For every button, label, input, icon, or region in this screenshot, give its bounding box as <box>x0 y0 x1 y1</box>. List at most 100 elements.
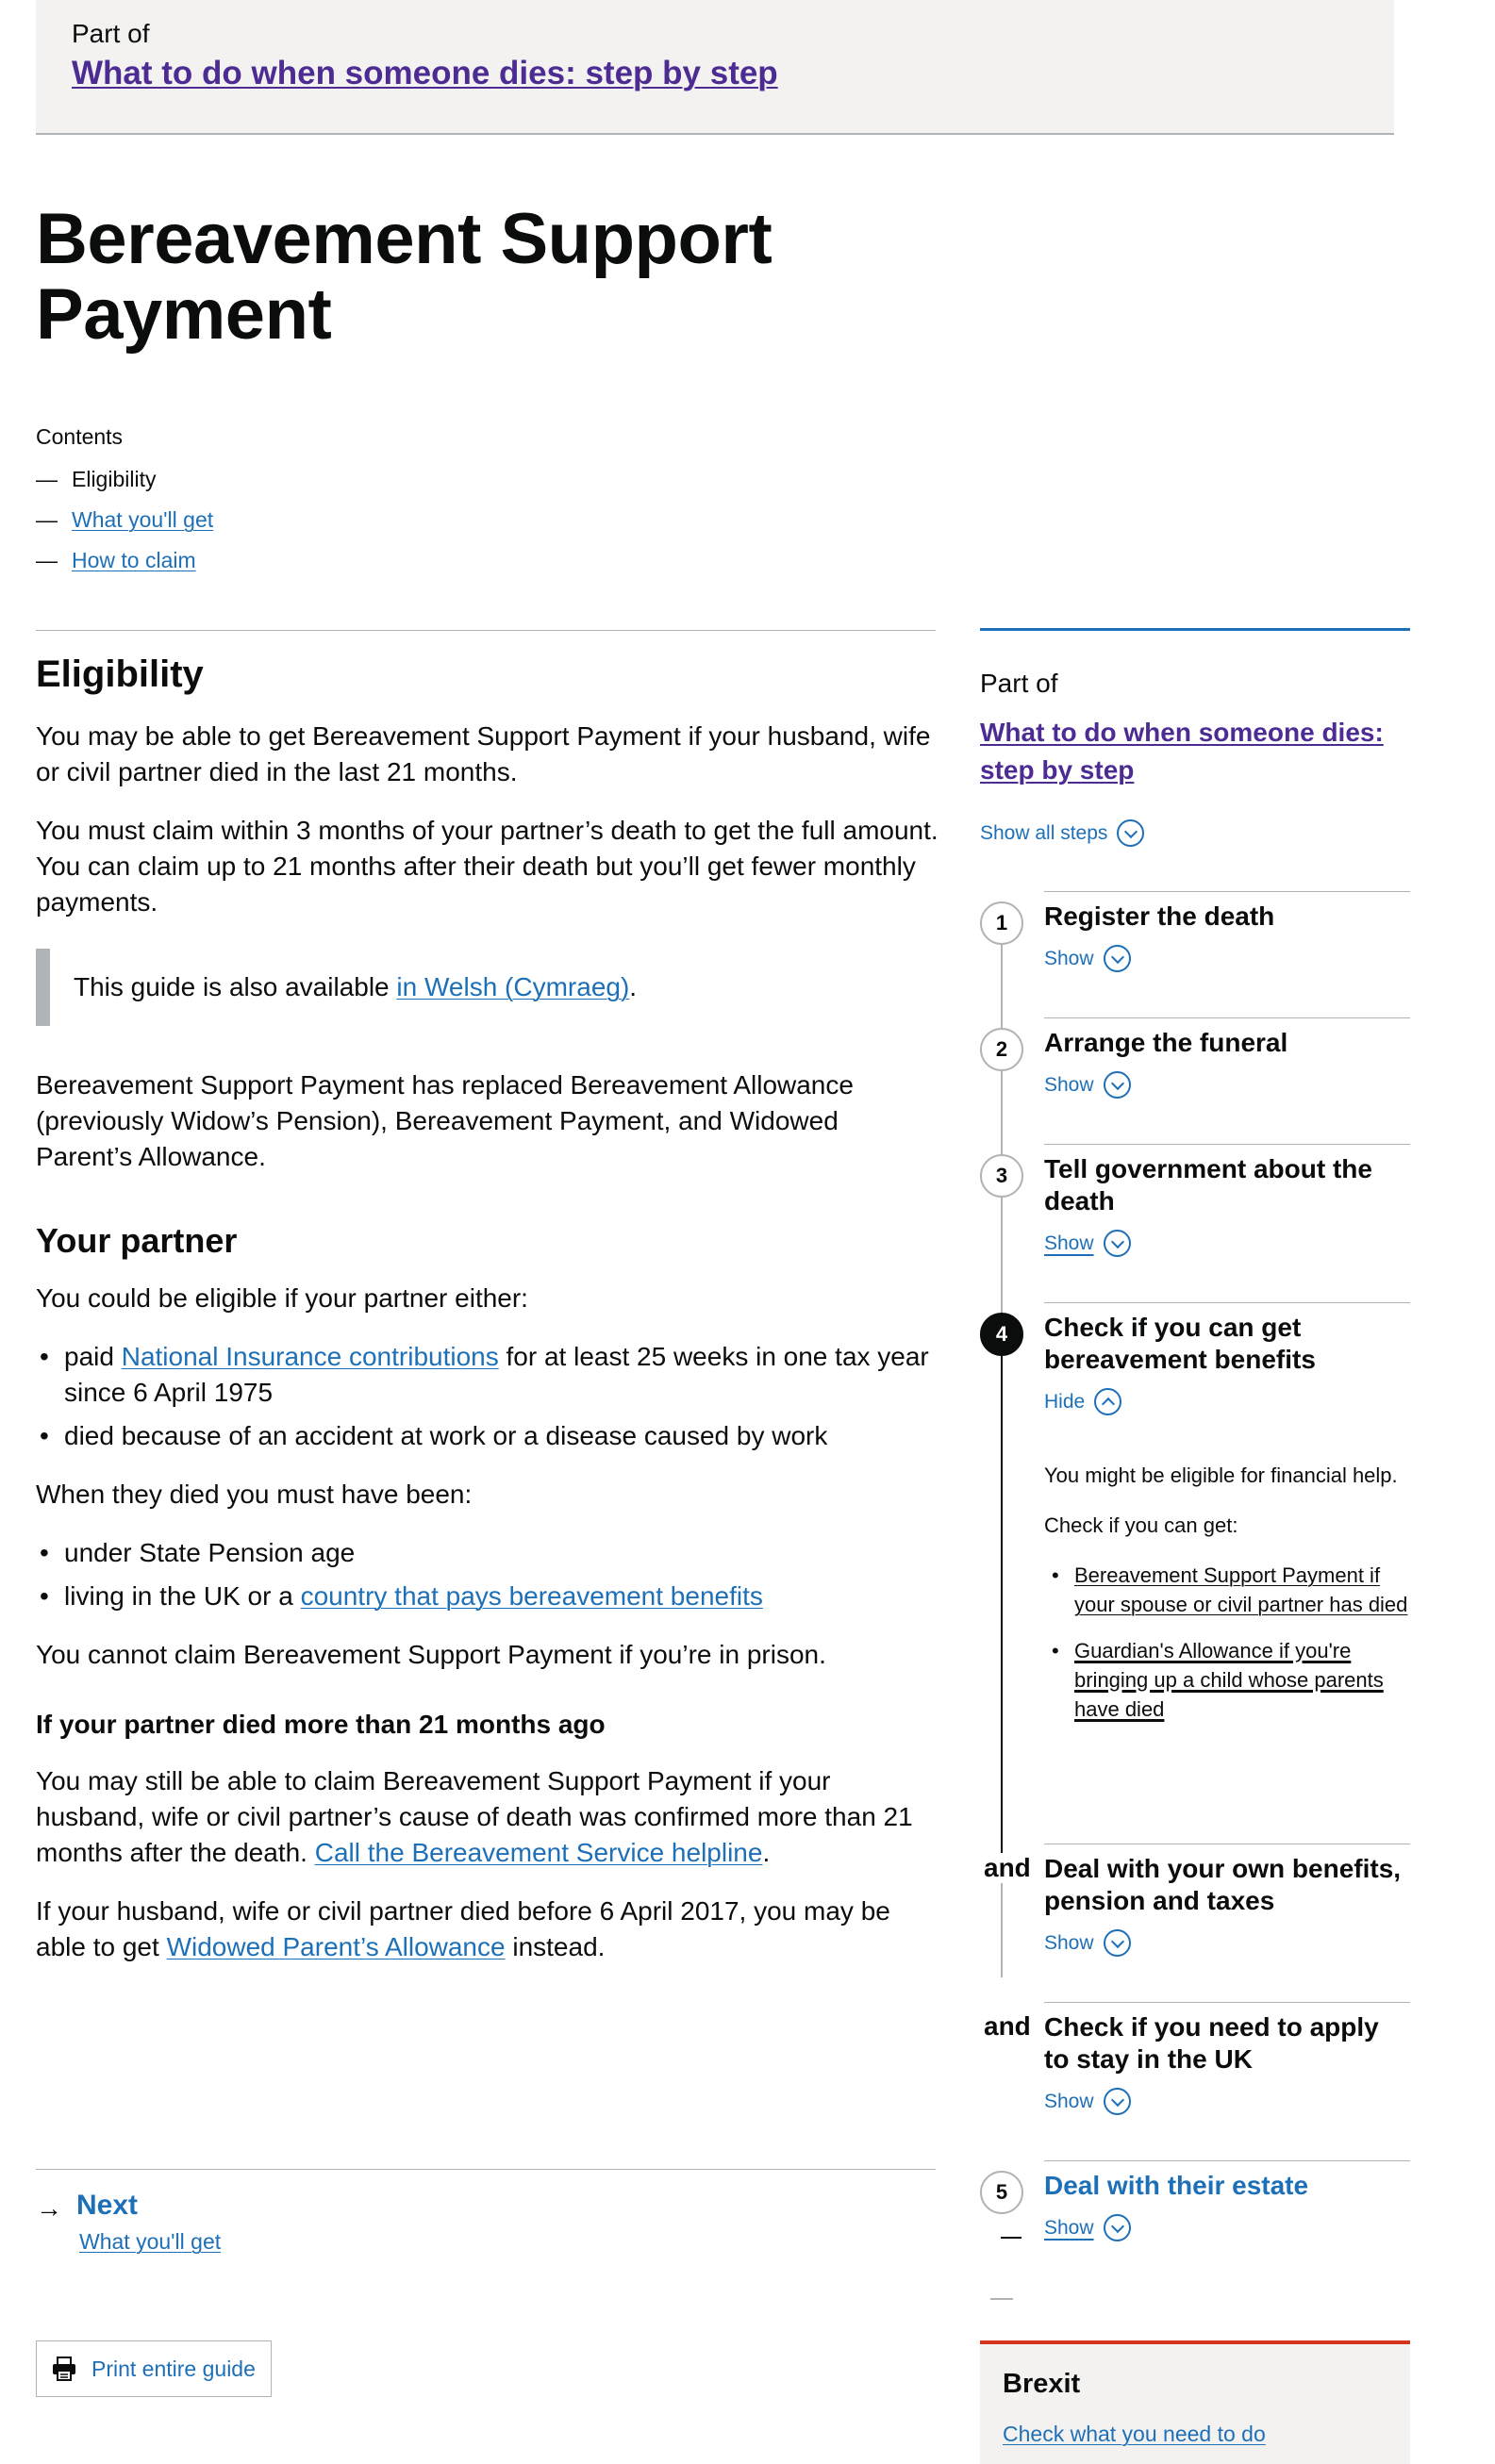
welsh-guide-link[interactable]: in Welsh (Cymraeg) <box>396 972 629 1001</box>
list-item: died because of an accident at work or a… <box>36 1418 941 1454</box>
toggle-label: Show <box>1044 1931 1094 1954</box>
print-guide-label: Print entire guide <box>91 2356 256 2381</box>
chevron-down-icon <box>1103 945 1131 972</box>
chevron-down-icon <box>1117 819 1145 847</box>
toggle-label: Show <box>1044 2090 1094 2112</box>
step-title[interactable]: Arrange the funeral <box>1044 1027 1410 1059</box>
next-page-link[interactable]: What you'll get <box>79 2229 221 2255</box>
step-title[interactable]: Check if you can get bereavement benefit… <box>1044 1312 1410 1376</box>
step-hide-toggle[interactable]: Hide <box>1044 1388 1122 1415</box>
list-text: living in the UK or a <box>64 1581 301 1611</box>
contents-label: Contents <box>36 424 124 449</box>
step-4-panel: You might be eligible for financial help… <box>1044 1461 1410 1741</box>
over-21-paragraph-2: If your husband, wife or civil partner d… <box>36 1893 941 1965</box>
step-show-toggle[interactable]: Show <box>1044 1230 1131 1257</box>
bereavement-helpline-link[interactable]: Call the Bereavement Service helpline <box>315 1838 763 1867</box>
chevron-up-icon <box>1094 1388 1122 1415</box>
eligibility-paragraph-2: You must claim within 3 months of your p… <box>36 816 939 917</box>
step-divider <box>1044 1017 1410 1018</box>
step-number: 1 <box>980 901 1023 945</box>
list-item: paid National Insurance contributions fo… <box>36 1339 941 1411</box>
step-by-step-link[interactable]: What to do when someone dies: step by st… <box>72 55 778 92</box>
next-label[interactable]: Next <box>76 2190 138 2222</box>
step-title[interactable]: Tell government about the death <box>1044 1153 1410 1217</box>
countries-link[interactable]: country that pays bereavement benefits <box>301 1581 763 1611</box>
toggle-label: Show <box>1044 2216 1094 2239</box>
pagination-divider <box>36 2169 936 2170</box>
step-divider <box>1044 1144 1410 1145</box>
contents-item-what-youll-get[interactable]: — What you'll get <box>36 507 213 548</box>
contents-item-eligibility: — Eligibility <box>36 467 213 507</box>
list-item: under State Pension age <box>36 1535 941 1571</box>
your-conditions-list: under State Pension age living in the UK… <box>36 1535 941 1614</box>
partner-intro: You could be eligible if your partner ei… <box>36 1283 528 1313</box>
toggle-label: Show <box>1044 1073 1094 1096</box>
printer-icon <box>53 2357 75 2381</box>
eligibility-paragraph-1: You may be able to get Bereavement Suppo… <box>36 721 931 786</box>
toggle-label: Show <box>1044 1232 1094 1254</box>
brexit-link[interactable]: Check what you need to do <box>1003 2422 1266 2447</box>
dash-icon: — <box>36 467 58 491</box>
national-insurance-link[interactable]: National Insurance contributions <box>122 1342 499 1371</box>
bereavement-support-payment-link[interactable]: Bereavement Support Payment if your spou… <box>1074 1563 1407 1616</box>
step-divider <box>1044 891 1410 892</box>
toggle-label: Show <box>1044 947 1094 969</box>
brexit-callout: Brexit Check what you need to do <box>980 2340 1410 2464</box>
step-show-toggle[interactable]: Show <box>1044 2214 1131 2241</box>
over-21-paragraph-1: You may still be able to claim Bereaveme… <box>36 1763 941 1871</box>
print-guide-button[interactable]: Print entire guide <box>36 2340 272 2397</box>
part-of-label: Part of <box>72 19 150 48</box>
step-and-marker: and <box>984 1853 1031 1883</box>
step-title[interactable]: Check if you need to apply to stay in th… <box>1044 2011 1410 2075</box>
contents-item-how-to-claim[interactable]: — How to claim <box>36 548 213 588</box>
panel-text: You might be eligible for financial help… <box>1044 1464 1398 1487</box>
chevron-down-icon <box>1103 2088 1131 2115</box>
chevron-down-icon <box>1103 1230 1131 1257</box>
dash-icon: — <box>36 507 58 532</box>
list-text: paid <box>64 1342 122 1371</box>
step-title[interactable]: Deal with your own benefits, pension and… <box>1044 1853 1410 1917</box>
main-content: Eligibility You may be able to get Berea… <box>36 651 941 1988</box>
paragraph-text: instead. <box>505 1932 606 1961</box>
step-number: 5 <box>980 2171 1023 2214</box>
step-title[interactable]: Register the death <box>1044 901 1410 933</box>
page-title: Bereavement Support Payment <box>36 199 772 355</box>
active-step-connector-line <box>1001 1348 1003 1876</box>
list-item: Guardian's Allowance if you're bringing … <box>1044 1636 1410 1724</box>
step-show-toggle[interactable]: Show <box>1044 1929 1131 1957</box>
panel-links-list: Bereavement Support Payment if your spou… <box>1044 1561 1410 1724</box>
widowed-parents-allowance-link[interactable]: Widowed Parent’s Allowance <box>167 1932 506 1961</box>
step-divider <box>1044 2002 1410 2003</box>
inset-text: This guide is also available <box>74 972 397 1001</box>
inset-punct: . <box>629 972 638 1001</box>
chevron-down-icon <box>1103 1929 1131 1957</box>
step-title[interactable]: Deal with their estate <box>1044 2170 1410 2202</box>
contents-link-how-to-claim[interactable]: How to claim <box>72 548 196 573</box>
contents-list: Contents — Eligibility — What you'll get… <box>36 424 213 588</box>
sidebar-series-link[interactable]: What to do when someone dies: step by st… <box>980 714 1395 789</box>
panel-connector-tick <box>1001 2237 1022 2239</box>
your-partner-heading: Your partner <box>36 1221 238 1260</box>
step-divider <box>1044 2160 1410 2161</box>
prison-paragraph: You cannot claim Bereavement Support Pay… <box>36 1640 826 1669</box>
contents-item-label: Eligibility <box>72 467 157 491</box>
step-list-end-tick <box>990 2298 1013 2300</box>
welsh-guide-inset: This guide is also available in Welsh (C… <box>36 949 941 1026</box>
show-all-label: Show all steps <box>980 821 1108 844</box>
when-died-intro: When they died you must have been: <box>36 1480 473 1509</box>
panel-text: Check if you can get: <box>1044 1513 1238 1537</box>
brexit-title: Brexit <box>1003 2369 1081 2399</box>
paragraph-punct: . <box>762 1838 771 1867</box>
step-show-toggle[interactable]: Show <box>1044 945 1131 972</box>
guardians-allowance-link[interactable]: Guardian's Allowance if you're bringing … <box>1074 1639 1384 1721</box>
chevron-down-icon <box>1103 2214 1131 2241</box>
sidebar-part-of-label: Part of <box>980 669 1058 698</box>
show-all-steps-button[interactable]: Show all steps <box>980 819 1145 847</box>
part-of-banner: Part of What to do when someone dies: st… <box>36 0 1394 135</box>
step-show-toggle[interactable]: Show <box>1044 2088 1131 2115</box>
step-show-toggle[interactable]: Show <box>1044 1071 1131 1099</box>
arrow-right-icon: → <box>36 2193 62 2223</box>
step-divider <box>1044 1302 1410 1303</box>
replaced-benefits-paragraph: Bereavement Support Payment has replaced… <box>36 1070 854 1171</box>
contents-link-what-youll-get[interactable]: What you'll get <box>72 507 213 533</box>
